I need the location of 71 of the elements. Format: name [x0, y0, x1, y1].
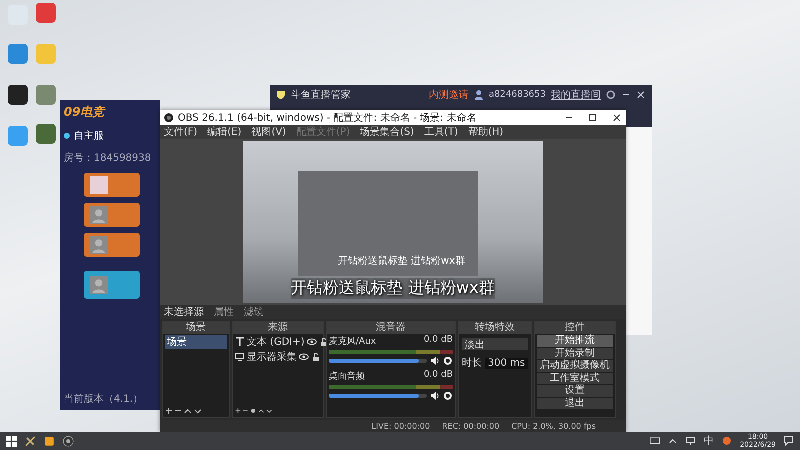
volume-reading: 0.0 dB [424, 335, 453, 347]
control-button[interactable]: 退出 [537, 398, 613, 409]
toolbar-button[interactable]: 属性 [214, 305, 234, 319]
panel-header: 控件 [535, 322, 615, 334]
control-button[interactable]: 启动虚拟摄像机 [537, 360, 613, 372]
settings-icon[interactable] [606, 90, 616, 100]
invite-link[interactable]: 内测邀请 [428, 88, 469, 102]
volume-reading: 0.0 dB [424, 370, 453, 382]
scene-item[interactable]: 场景 [165, 335, 227, 349]
server-tab[interactable]: 自主服 [74, 129, 104, 143]
menu-item[interactable]: 帮助(H) [468, 125, 504, 139]
eye-icon[interactable] [299, 352, 309, 362]
eye-icon[interactable] [306, 337, 317, 347]
avatar-icon [90, 236, 108, 254]
channel-name: 桌面音频 [329, 370, 365, 383]
user-icon [474, 90, 484, 100]
menu-item[interactable]: 编辑(E) [208, 125, 242, 139]
app-logo: 09电竞 [64, 104, 105, 121]
app-icon[interactable] [44, 436, 55, 446]
notification-icon[interactable] [784, 436, 794, 446]
room-number: 房号：184598938 [64, 152, 152, 165]
avatar-icon [90, 276, 108, 294]
live-status: LIVE: 00:00:00 [372, 422, 430, 430]
source-item[interactable]: 文本 (GDI+) [247, 335, 305, 349]
duration-label: 时长 [462, 356, 482, 370]
start-icon[interactable] [6, 436, 17, 446]
app-tray-icon[interactable] [722, 436, 732, 446]
control-button[interactable]: 设置 [537, 385, 613, 396]
toolbar-button[interactable]: 滤镜 [244, 305, 264, 319]
speaker-icon[interactable] [430, 356, 440, 366]
menu-item[interactable]: 视图(V) [252, 125, 286, 139]
my-room-link[interactable]: 我的直播间 [551, 88, 601, 102]
control-button[interactable]: 开始推流 [537, 335, 613, 346]
transition-dropdown[interactable]: 淡出 [462, 338, 528, 350]
text-icon [235, 337, 245, 347]
menu-item[interactable]: 场景集合(S) [360, 125, 414, 139]
user-id: a824683653 [488, 90, 546, 100]
monitor-icon [235, 352, 245, 362]
lock-icon[interactable] [311, 352, 321, 362]
avatar-icon [90, 206, 108, 224]
control-button[interactable]: 开始录制 [537, 348, 613, 359]
close-icon[interactable] [612, 112, 622, 122]
version-text: 当前版本（4.1.） [64, 392, 144, 406]
menu-item[interactable]: 文件(F) [164, 125, 198, 139]
panel-header: 场景 [163, 322, 229, 334]
caption-text: 开钻粉送鼠标垫 进钻粉wx群 [291, 278, 495, 299]
duration-field[interactable]: 300 ms [485, 358, 528, 368]
maximize-icon[interactable] [588, 112, 598, 122]
control-button[interactable]: 工作室模式 [537, 372, 613, 384]
menu-item[interactable]: 工具(T) [424, 125, 458, 139]
panel-header: 混音器 [327, 322, 455, 334]
channel-name: 麦克风/Aux [329, 336, 376, 348]
window-title: OBS 26.1.1 (64-bit, windows) - 配置文件: 未命名 - 场景: 未命名 [178, 112, 477, 124]
input-method-indicator[interactable]: 中 [704, 434, 714, 448]
speaker-icon[interactable] [430, 391, 440, 401]
window-title: 斗鱼直播管家 [291, 88, 351, 102]
obs-icon[interactable] [63, 436, 74, 446]
panel-header: 转场特效 [459, 322, 531, 334]
shield-icon [276, 90, 286, 100]
list-actions-icon[interactable] [235, 407, 275, 415]
panel-header: 来源 [233, 322, 323, 334]
dot-icon [64, 133, 70, 139]
photo-placeholder [90, 176, 108, 194]
network-icon[interactable] [686, 436, 696, 446]
caption-text: 开钻粉送鼠标垫 进钻粉wx群 [338, 254, 466, 268]
keyboard-icon[interactable] [650, 436, 660, 446]
source-item[interactable]: 显示器采集 [247, 350, 297, 364]
recording-status: REC: 00:00:00 [442, 422, 500, 430]
source-status: 未选择源 [164, 306, 204, 319]
cpu-status: CPU: 2.0%, 30.00 fps [512, 422, 596, 430]
app-icon [164, 112, 174, 122]
